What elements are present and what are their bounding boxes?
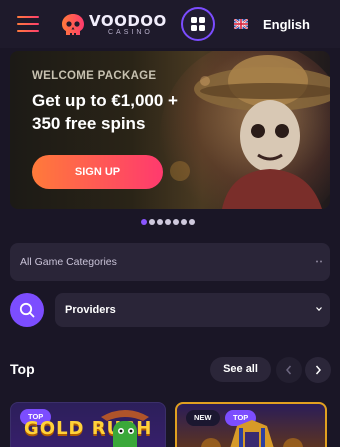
language-selector[interactable]: English <box>234 14 310 34</box>
categories-label: All Game Categories <box>20 256 117 268</box>
banner-kicker: WELCOME PACKAGE <box>32 70 157 82</box>
games-grid-button[interactable] <box>181 7 215 41</box>
grid-icon <box>191 17 205 31</box>
search-icon <box>19 302 35 318</box>
language-label: English <box>263 16 310 32</box>
carousel-prev-button[interactable] <box>276 357 302 383</box>
carousel-dot[interactable] <box>173 219 179 225</box>
hamburger-menu-icon[interactable] <box>17 15 39 33</box>
section-title: Top <box>10 361 35 377</box>
see-all-button[interactable]: See all <box>210 357 271 382</box>
carousel-dot[interactable] <box>181 219 187 225</box>
promo-banner[interactable]: WELCOME PACKAGE Get up to €1,000 + 350 f… <box>10 51 330 209</box>
dots-icon <box>316 260 322 263</box>
game-categories-select[interactable]: All Game Categories <box>10 243 330 281</box>
sign-up-button[interactable]: SIGN UP <box>32 155 163 189</box>
providers-label: Providers <box>65 304 116 316</box>
uk-flag-icon <box>234 19 248 29</box>
chevron-down-icon <box>316 307 322 311</box>
carousel-dot[interactable] <box>149 219 155 225</box>
casino-logo[interactable]: VOODOO CASINO <box>60 10 168 40</box>
carousel-next-button[interactable] <box>305 357 331 383</box>
game-card[interactable]: NEW TOP <box>175 402 327 447</box>
chevron-right-icon <box>315 365 321 375</box>
pharaoh-illustration <box>201 420 303 447</box>
search-button[interactable] <box>10 293 44 327</box>
providers-dropdown[interactable]: Providers <box>55 293 330 327</box>
chevron-left-icon <box>286 365 292 375</box>
skull-logo-icon <box>62 14 84 35</box>
banner-headline: Get up to €1,000 + 350 free spins <box>32 91 178 133</box>
carousel-dot[interactable] <box>165 219 171 225</box>
logo-subtitle: CASINO <box>108 29 153 36</box>
game-card[interactable]: TOP GOLD RUSH <box>10 402 166 447</box>
carousel-dot[interactable] <box>157 219 163 225</box>
carousel-pagination <box>141 219 197 227</box>
carousel-dot[interactable] <box>141 219 147 225</box>
logo-wordmark: VOODOO <box>89 12 167 30</box>
carousel-dot[interactable] <box>189 219 195 225</box>
cactus-cowboy-illustration <box>101 410 149 447</box>
top-header: VOODOO CASINO English <box>0 0 340 48</box>
